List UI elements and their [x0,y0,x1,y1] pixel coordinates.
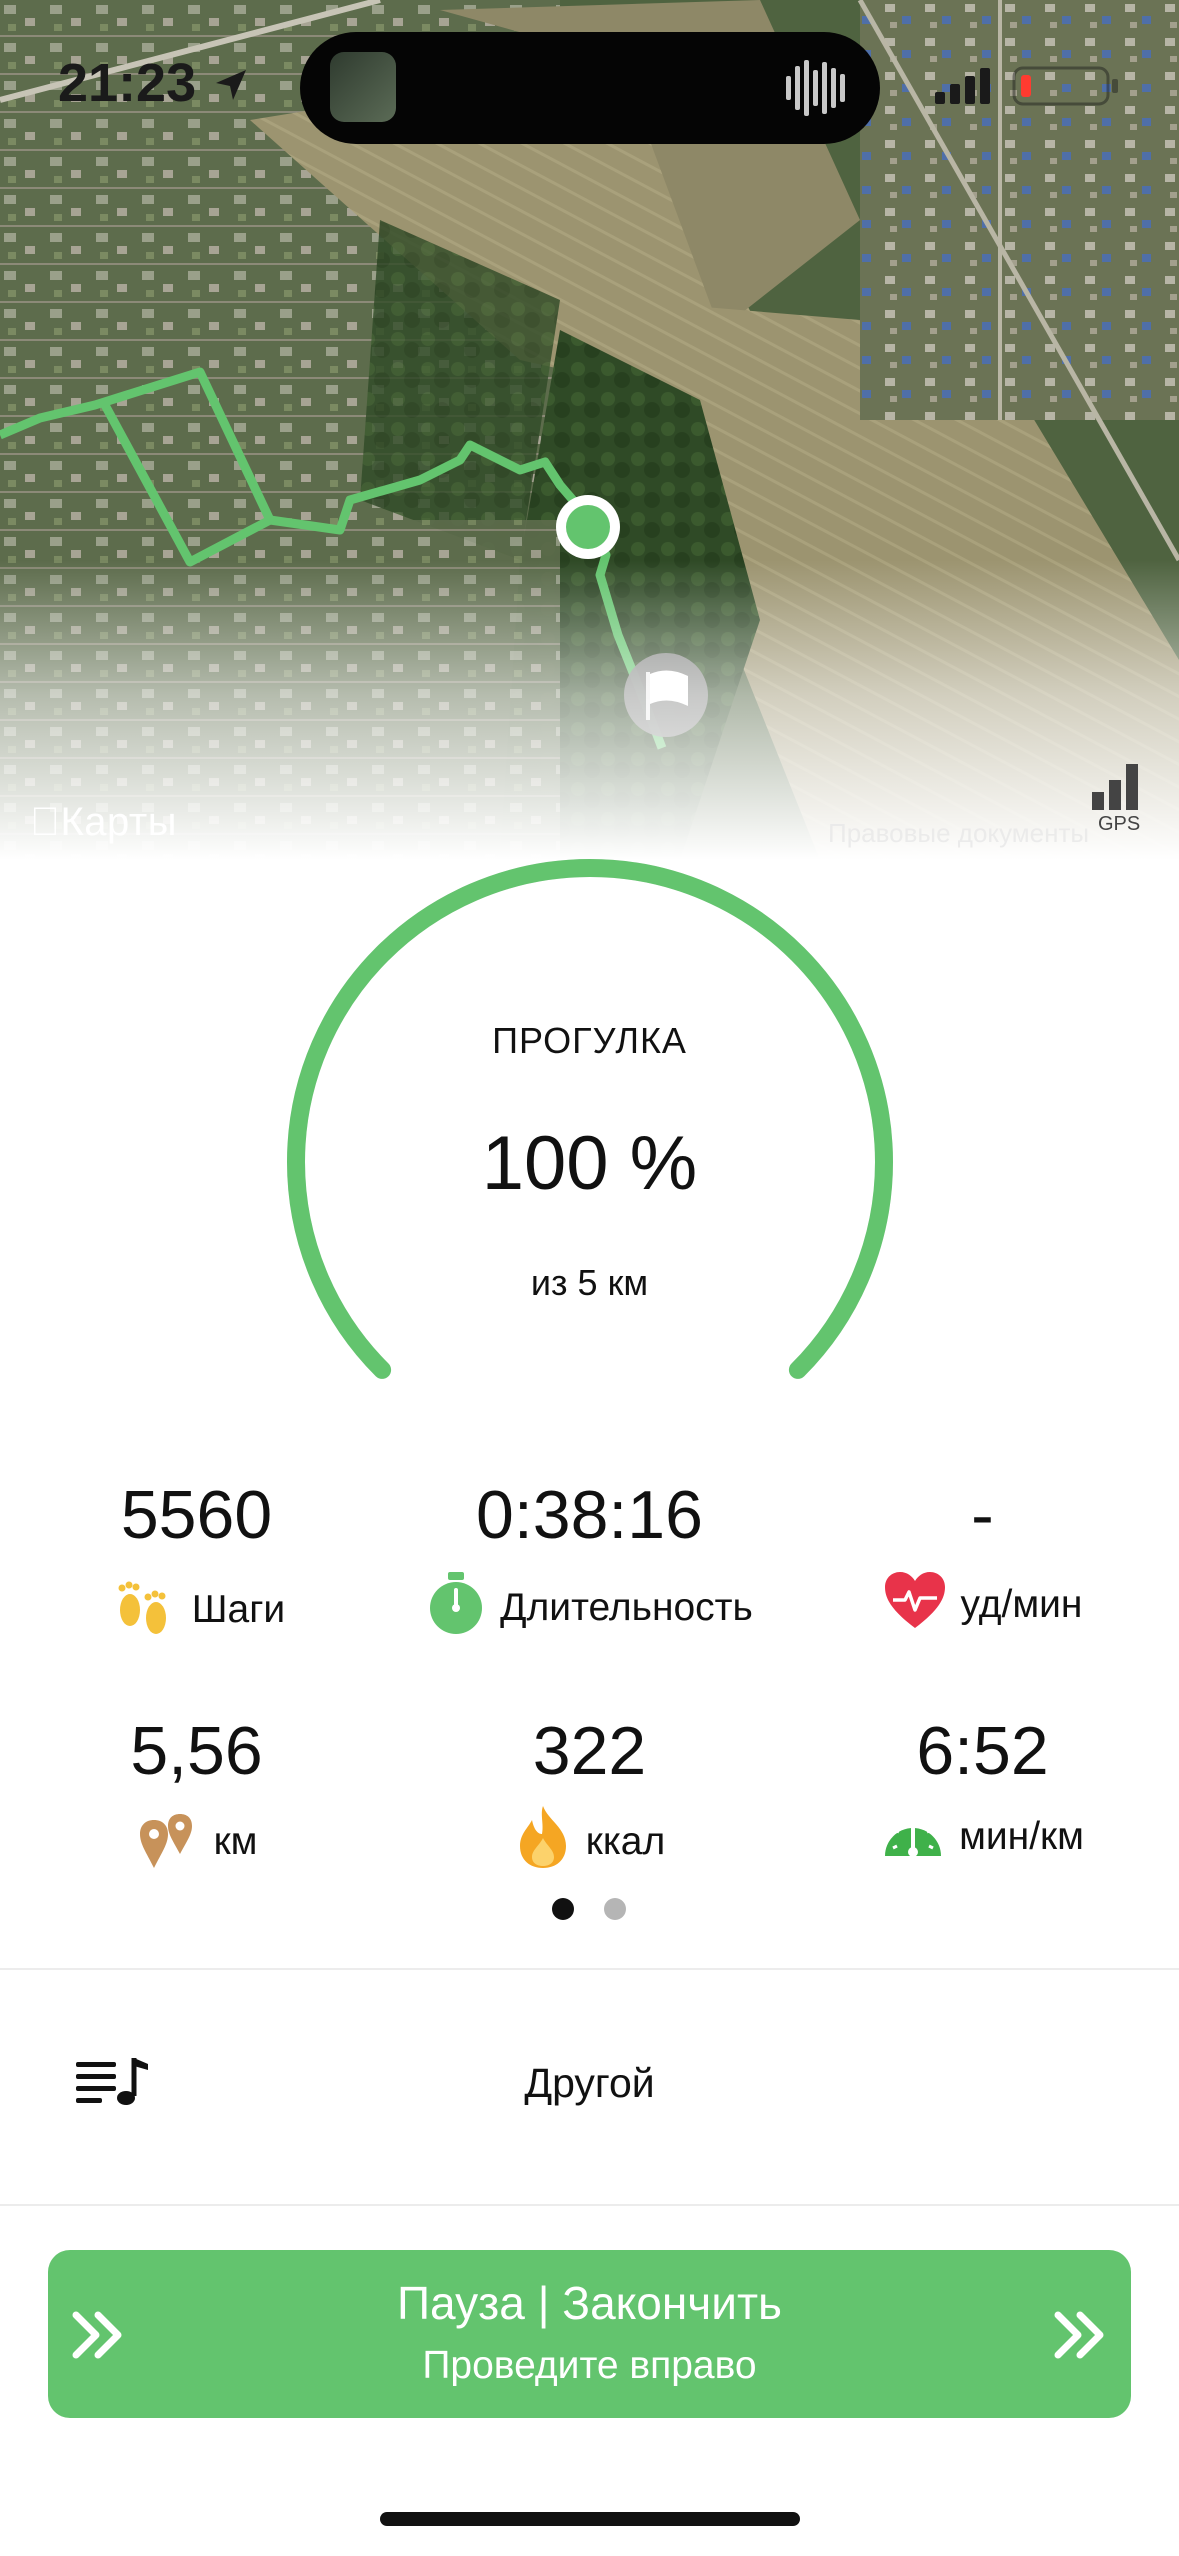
flame-icon [514,1804,572,1880]
distance-label: км [0,1804,393,1880]
slider-hint: Проведите вправо [422,2344,757,2387]
duration-value: 0:38:16 [476,1477,703,1553]
pace-label: мин/км [786,1804,1179,1870]
steps-label: Шаги [0,1570,393,1650]
footprints-icon [108,1570,178,1650]
page-dot-1[interactable] [552,1898,574,1920]
music-source-label: Другой [524,2060,655,2106]
gps-signal-icon [1090,760,1146,810]
maps-attribution[interactable]: Карты [30,800,177,845]
now-playing-thumbnail [330,52,396,122]
divider [0,2204,1179,2206]
speedometer-icon [881,1804,945,1870]
progress-value: 100 % [481,1121,698,1206]
battery-icon [1012,66,1122,111]
distance-value: 5,56 [130,1713,263,1789]
heart-icon [883,1570,947,1640]
duration-label: Длительность [393,1570,786,1646]
gps-label: GPS [1098,813,1141,835]
page-dot-2[interactable] [604,1898,626,1920]
heart-rate-value: - [971,1477,994,1553]
waveform-icon [784,58,854,123]
apple-logo-icon:  [30,800,61,844]
heart-rate-label: уд/мин [786,1570,1179,1640]
steps-value: 5560 [120,1477,273,1553]
slider-title: Пауза | Закончить [396,2277,782,2329]
stopwatch-icon [426,1570,486,1646]
legal-link[interactable]: Правовые документы [828,818,1089,849]
location-pins-icon [136,1804,200,1880]
activity-type: ПРОГУЛКА [492,1020,687,1061]
cellular-signal-icon [935,68,995,109]
calories-value: 322 [532,1713,647,1789]
home-indicator[interactable] [380,2512,800,2526]
start-marker [556,495,620,559]
pace-value: 6:52 [916,1713,1049,1789]
location-arrow-icon [212,66,250,109]
goal-text: из 5 км [530,1262,649,1303]
calories-label: ккал [393,1804,786,1880]
status-time: 21:23 [58,53,197,113]
